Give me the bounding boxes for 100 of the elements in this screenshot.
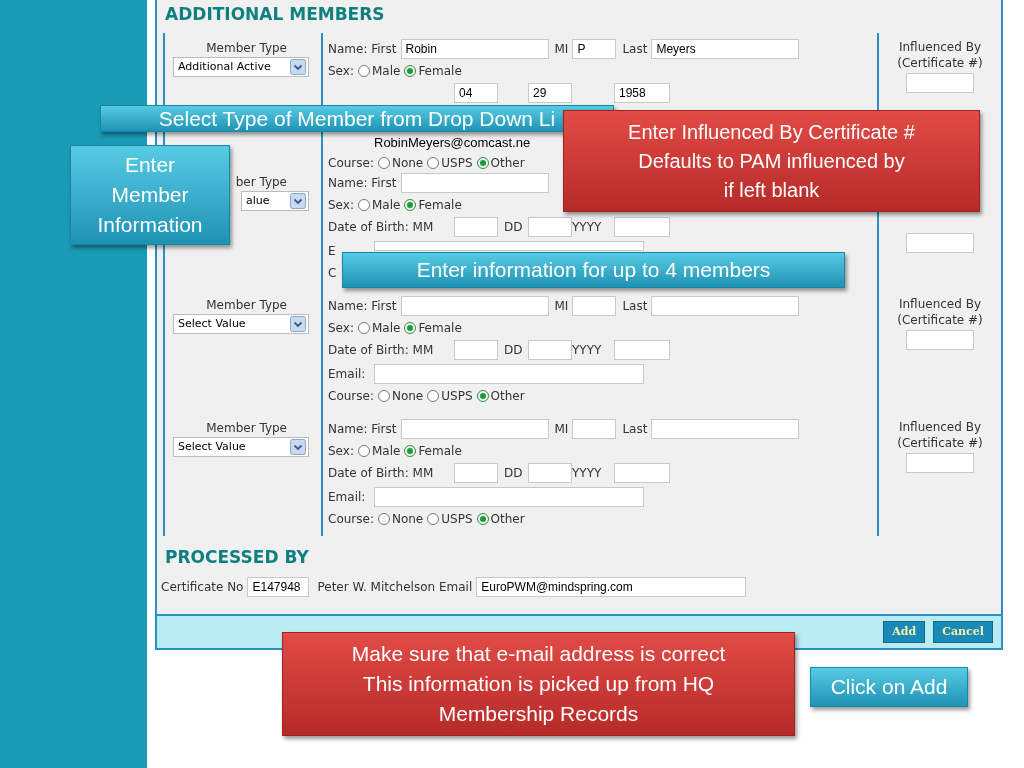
text-input[interactable]: [528, 340, 572, 360]
radio-label: USPS: [441, 388, 473, 405]
member-type-dropdown[interactable]: Select Value: [173, 314, 309, 334]
radio-label: USPS: [441, 155, 473, 172]
radio-button[interactable]: [357, 65, 370, 77]
certificate-input[interactable]: [906, 330, 974, 350]
certificate-input[interactable]: [906, 73, 974, 93]
field-label: Last: [622, 298, 648, 315]
radio-button[interactable]: [377, 157, 390, 169]
radio-label: Female: [418, 443, 462, 460]
field-label: Peter W. Mitchelson Email: [317, 579, 473, 596]
radio-button[interactable]: [357, 445, 370, 457]
radio-button[interactable]: [476, 157, 489, 169]
email-input[interactable]: [374, 241, 644, 251]
radio-label: Female: [418, 63, 462, 80]
field-label: Sex:: [328, 63, 354, 80]
radio-label: None: [391, 388, 424, 405]
text-input[interactable]: 04: [454, 83, 498, 103]
text-input[interactable]: [454, 463, 498, 483]
field-label: Name: First: [328, 175, 397, 192]
field-label: MI: [554, 298, 569, 315]
field-label: DD: [503, 342, 524, 359]
callout: Click on Add: [810, 667, 968, 707]
field-label: Member Type: [206, 40, 287, 57]
field-label: ber Type: [235, 174, 287, 191]
callout: Enter Influenced By Certificate # Defaults to PAM influenced by if left blank: [563, 110, 980, 212]
field-label: YYYY: [572, 465, 603, 482]
radio-button[interactable]: [427, 513, 440, 525]
callout: Select Type of Member from Drop Down Li: [100, 105, 614, 132]
section-title: ADDITIONAL MEMBERS: [164, 3, 386, 26]
radio-button[interactable]: [427, 157, 440, 169]
text-input[interactable]: [651, 296, 800, 316]
field-label: Certificate No: [161, 579, 244, 596]
radio-button[interactable]: [404, 322, 417, 334]
radio-label: None: [391, 511, 424, 528]
field-label: DD: [503, 219, 524, 236]
radio-label: Male: [371, 443, 401, 460]
text-input[interactable]: Robin: [400, 39, 549, 59]
field-label: Course:: [328, 388, 374, 405]
email-value: RobinMeyers@comcast.ne: [374, 135, 531, 151]
field-label: Influenced By (Certificate #): [896, 419, 984, 451]
callout: Enter information for up to 4 members: [342, 252, 845, 288]
email-input[interactable]: [374, 364, 644, 384]
text-input[interactable]: [454, 217, 498, 237]
text-input[interactable]: [614, 463, 670, 483]
field-label: Name: First: [328, 298, 397, 315]
field-label: YYYY: [572, 219, 603, 236]
radio-button[interactable]: [427, 390, 440, 402]
radio-button[interactable]: [377, 390, 390, 402]
field-label: C: [328, 265, 337, 282]
text-input[interactable]: Meyers: [651, 39, 800, 59]
field-label: E: [328, 243, 337, 260]
radio-label: USPS: [441, 511, 473, 528]
field-label: MI: [554, 41, 569, 58]
member-type-dropdown[interactable]: Select Value: [173, 437, 309, 457]
radio-button[interactable]: [357, 322, 370, 334]
radio-button[interactable]: [357, 199, 370, 211]
text-input[interactable]: [614, 217, 670, 237]
radio-button[interactable]: [404, 445, 417, 457]
text-input[interactable]: [400, 419, 549, 439]
radio-label: Male: [371, 320, 401, 337]
radio-button[interactable]: [404, 199, 417, 211]
text-input[interactable]: [614, 340, 670, 360]
field-label: MI: [554, 421, 569, 438]
certificate-input[interactable]: [906, 453, 974, 473]
field-label: Date of Birth: MM: [328, 342, 435, 359]
field-label: Name: First: [328, 421, 397, 438]
text-input[interactable]: [454, 340, 498, 360]
member-type-dropdown[interactable]: alue: [241, 191, 309, 211]
email-input[interactable]: EuroPWM@mindspring.com: [476, 577, 747, 597]
text-input[interactable]: [572, 296, 617, 316]
field-label: Email:: [328, 366, 367, 383]
field-label: Sex:: [328, 197, 354, 214]
radio-button[interactable]: [476, 513, 489, 525]
email-input[interactable]: [374, 487, 644, 507]
field-label: Name: First: [328, 41, 397, 58]
field-label: Date of Birth: MM: [328, 219, 435, 236]
text-input[interactable]: [651, 419, 800, 439]
radio-button[interactable]: [377, 513, 390, 525]
text-input[interactable]: 1958: [614, 83, 670, 103]
text-input[interactable]: 29: [528, 83, 572, 103]
radio-label: None: [391, 155, 424, 172]
callout: Make sure that e-mail address is correct This information is picked up from HQ Membership Records: [282, 632, 795, 736]
radio-button[interactable]: [476, 390, 489, 402]
field-label: Sex:: [328, 443, 354, 460]
radio-label: Female: [418, 320, 462, 337]
text-input[interactable]: [400, 173, 549, 193]
radio-label: Female: [418, 197, 462, 214]
section-title: PROCESSED BY: [164, 546, 310, 569]
text-input[interactable]: [400, 296, 549, 316]
certificate-input[interactable]: E147948: [247, 577, 310, 597]
text-input[interactable]: [528, 463, 572, 483]
member-type-dropdown[interactable]: Additional Active: [173, 57, 309, 77]
text-input[interactable]: [528, 217, 572, 237]
text-input[interactable]: P: [572, 39, 617, 59]
radio-label: Male: [371, 63, 401, 80]
field-label: Sex:: [328, 320, 354, 337]
certificate-input[interactable]: [906, 232, 974, 253]
text-input[interactable]: [572, 419, 617, 439]
radio-button[interactable]: [404, 65, 417, 77]
